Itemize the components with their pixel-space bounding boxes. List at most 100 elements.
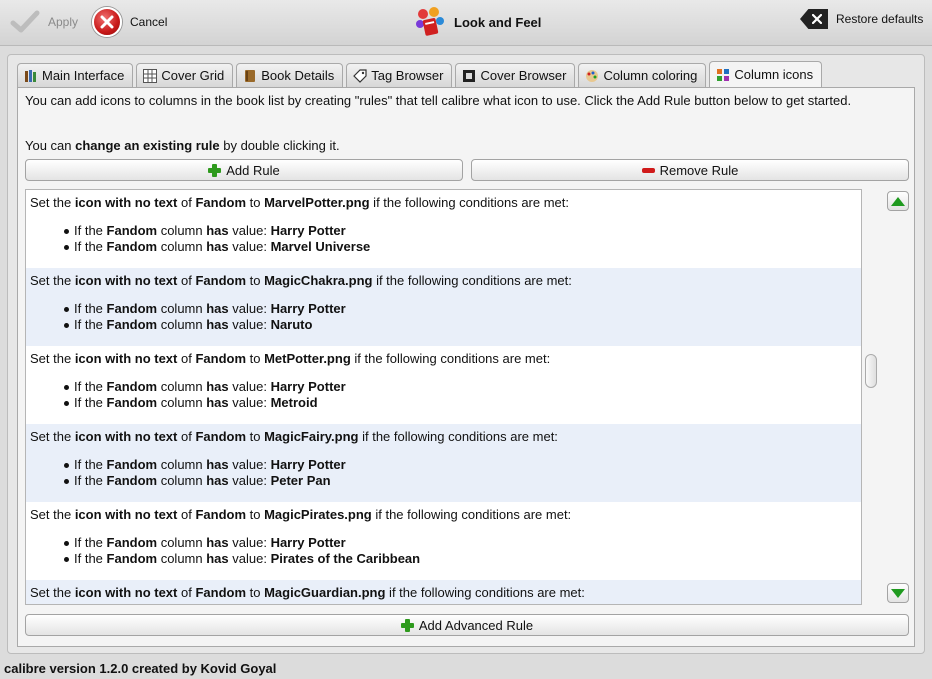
rule-text: column <box>157 535 207 550</box>
rule-header: Set the icon with no text of Fandom to M… <box>30 351 861 367</box>
rule-text: value: <box>228 301 271 316</box>
tab-column-icons[interactable]: Column icons <box>709 61 823 87</box>
condition-column: Fandom <box>106 301 158 316</box>
rules-scrollbar[interactable] <box>865 354 877 388</box>
rule-header: Set the icon with no text of Fandom to M… <box>30 429 861 445</box>
rule-text: column <box>157 473 207 488</box>
rule-conditions: If the Fandom column has value: Harry Po… <box>64 457 861 489</box>
rule-text: if the following conditions are met: <box>350 351 551 366</box>
dialog-title-text: Look and Feel <box>454 14 542 30</box>
arrow-down-icon <box>891 588 905 598</box>
plus-icon <box>208 163 222 177</box>
move-rule-down-button[interactable] <box>887 583 909 603</box>
rule-text: to <box>246 429 265 444</box>
instructions-text: You can add icons to columns in the book… <box>25 93 852 108</box>
rule-text: Set the <box>30 507 75 522</box>
restore-defaults-label: Restore defaults <box>836 12 924 26</box>
condition-column: Fandom <box>106 535 158 550</box>
rule-item[interactable]: Set the icon with no text of Fandom to M… <box>26 424 861 502</box>
rule-icon-file: MetPotter.png <box>264 351 351 366</box>
condition-operator: has <box>206 473 229 488</box>
tab-cover-browser[interactable]: Cover Browser <box>455 63 576 87</box>
condition-value: Naruto <box>270 317 313 332</box>
rule-kind: icon with no text <box>74 273 178 288</box>
cancel-button[interactable]: Cancel <box>92 7 167 37</box>
rule-text: value: <box>228 239 271 254</box>
rule-text: Set the <box>30 195 75 210</box>
arrow-up-icon <box>891 196 905 206</box>
rule-icon-file: MagicFairy.png <box>264 429 359 444</box>
rule-text: If the <box>74 223 107 238</box>
rule-column: Fandom <box>195 507 247 522</box>
rule-conditions: If the Fandom column has value: Harry Po… <box>64 379 861 411</box>
apply-button[interactable]: Apply <box>10 10 78 34</box>
rules-list[interactable]: Set the icon with no text of Fandom to M… <box>25 189 862 605</box>
edit-hint-pre: You can <box>25 138 76 153</box>
rule-item[interactable]: Set the icon with no text of Fandom to M… <box>26 580 861 604</box>
tab-main-interface[interactable]: Main Interface <box>17 63 134 87</box>
rule-text: if the following conditions are met: <box>369 195 569 210</box>
condition-operator: has <box>206 223 229 238</box>
rule-text: if the following conditions are met: <box>385 585 585 600</box>
rule-text: if the following conditions are met: <box>372 273 572 288</box>
rule-text: column <box>157 223 207 238</box>
rule-item[interactable]: Set the icon with no text of Fandom to M… <box>26 502 861 580</box>
rule-text: If the <box>74 301 107 316</box>
rule-header: Set the icon with no text of Fandom to M… <box>30 507 861 523</box>
rule-text: column <box>157 551 207 566</box>
rule-condition: If the Fandom column has value: Naruto <box>64 317 861 333</box>
rule-text: to <box>246 507 265 522</box>
rule-text: Set the <box>30 585 75 600</box>
restore-defaults-button[interactable]: Restore defaults <box>800 9 923 29</box>
condition-value: Harry Potter <box>270 379 346 394</box>
tab-column-coloring[interactable]: Column coloring <box>578 63 707 87</box>
rule-kind: icon with no text <box>74 351 178 366</box>
rule-text: column <box>157 239 207 254</box>
rule-kind: icon with no text <box>74 195 178 210</box>
tab-tag-browser[interactable]: Tag Browser <box>346 63 453 87</box>
rule-text: Set the <box>30 351 75 366</box>
rule-icon-file: MarvelPotter.png <box>264 195 370 210</box>
rule-column: Fandom <box>195 351 247 366</box>
rule-text: of <box>177 195 196 210</box>
move-rule-up-button[interactable] <box>887 191 909 211</box>
rule-text: of <box>177 429 196 444</box>
rule-condition: If the Fandom column has value: Harry Po… <box>64 535 861 551</box>
column-icons-icon <box>717 68 730 81</box>
rule-column: Fandom <box>195 429 247 444</box>
rule-item[interactable]: Set the icon with no text of Fandom to M… <box>26 268 861 346</box>
rule-header: Set the icon with no text of Fandom to M… <box>30 273 861 289</box>
tab-label: Tag Browser <box>371 68 444 83</box>
condition-column: Fandom <box>106 395 158 410</box>
rule-text: value: <box>228 395 271 410</box>
rule-text: If the <box>74 457 107 472</box>
rule-item[interactable]: Set the icon with no text of Fandom to M… <box>26 190 861 268</box>
condition-value: Harry Potter <box>270 457 346 472</box>
rule-text: if the following conditions are met: <box>358 429 558 444</box>
add-rule-button[interactable]: Add Rule <box>25 159 463 181</box>
rule-text: of <box>177 585 196 600</box>
tab-label: Main Interface <box>42 68 125 83</box>
dialog-title: Look and Feel <box>414 6 541 38</box>
tab-cover-grid[interactable]: Cover Grid <box>136 63 234 87</box>
remove-rule-label: Remove Rule <box>659 162 739 178</box>
rule-text: to <box>246 585 265 600</box>
rule-text: If the <box>74 395 107 410</box>
condition-column: Fandom <box>106 379 158 394</box>
add-advanced-rule-label: Add Advanced Rule <box>418 617 534 633</box>
add-advanced-rule-button[interactable]: Add Advanced Rule <box>25 614 909 636</box>
rule-item[interactable]: Set the icon with no text of Fandom to M… <box>26 346 861 424</box>
rule-text: value: <box>228 223 271 238</box>
tab-bar: Main Interface Cover Grid Book Details T… <box>17 61 823 87</box>
rule-text: If the <box>74 535 107 550</box>
rule-text: of <box>177 507 196 522</box>
tab-book-details[interactable]: Book Details <box>236 63 344 87</box>
condition-value: Harry Potter <box>270 301 346 316</box>
condition-value: Peter Pan <box>270 473 331 488</box>
rule-kind: icon with no text <box>74 585 178 600</box>
remove-rule-button[interactable]: Remove Rule <box>471 159 909 181</box>
edit-hint-text: You can change an existing rule by doubl… <box>25 138 340 153</box>
cancel-icon <box>92 7 122 37</box>
rule-text: of <box>177 273 196 288</box>
rule-text: column <box>157 317 207 332</box>
